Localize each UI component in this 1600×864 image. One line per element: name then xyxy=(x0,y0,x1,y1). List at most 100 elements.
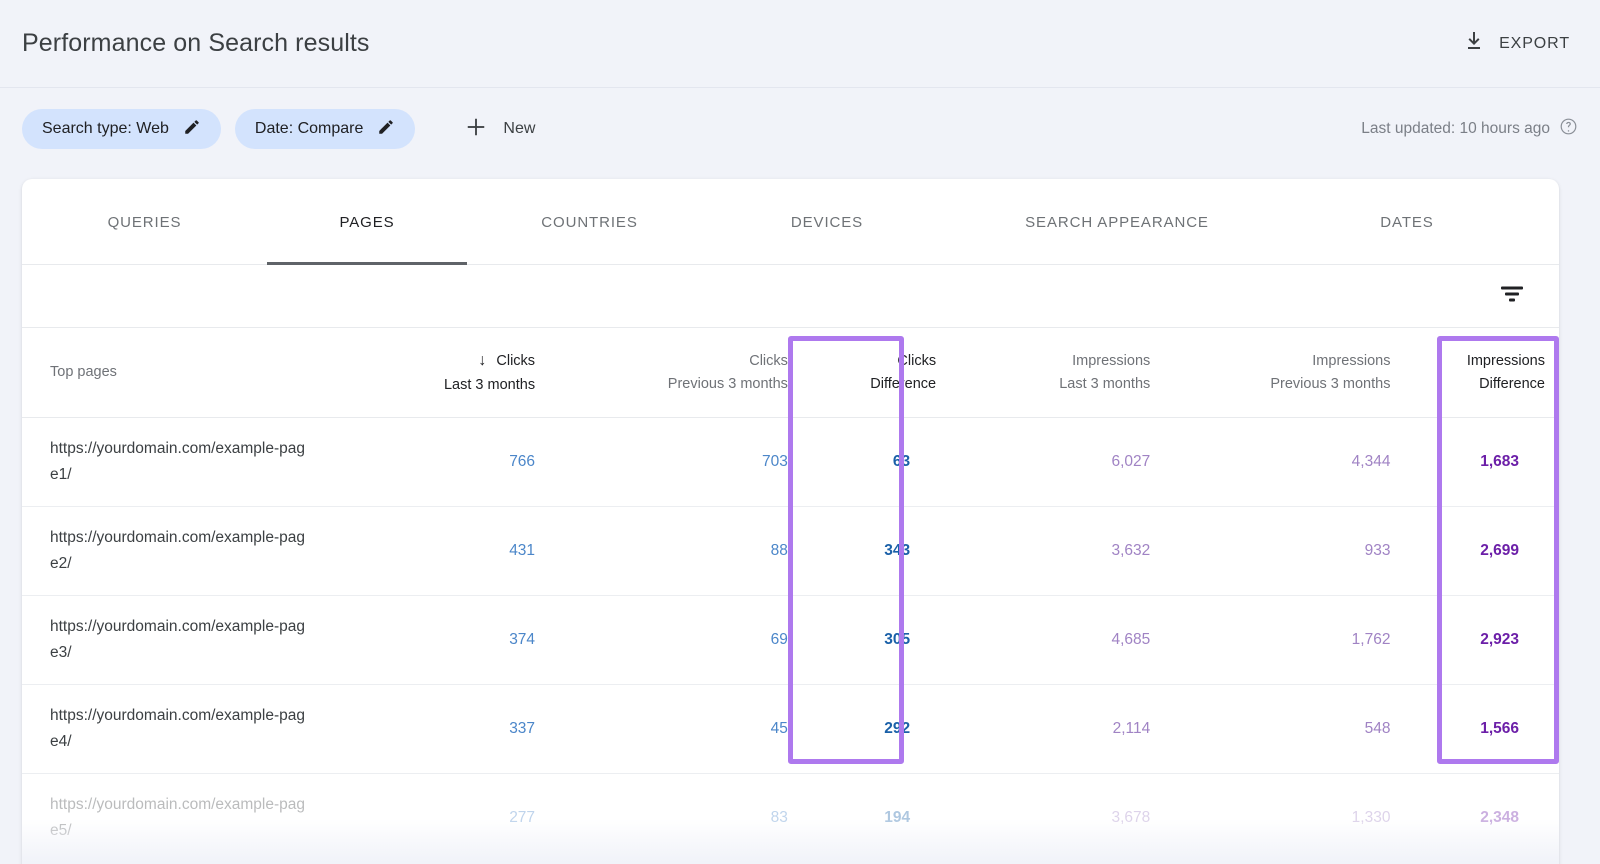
cell-imps-last: 6,027 xyxy=(950,417,1191,507)
cell-page[interactable]: https://yourdomain.com/example-page5/ xyxy=(22,773,323,863)
cell-imps-last: 2,114 xyxy=(950,684,1191,774)
cell-clicks-diff: 292 xyxy=(827,684,951,774)
col-imps-prev[interactable]: Impressions Previous 3 months xyxy=(1190,328,1431,418)
export-button[interactable]: EXPORT xyxy=(1455,23,1578,64)
tab-bar: QUERIES PAGES COUNTRIES DEVICES SEARCH A… xyxy=(22,179,1559,265)
cell-clicks-last: 431 xyxy=(322,506,576,596)
page-title: Performance on Search results xyxy=(22,29,370,57)
table-body: https://yourdomain.com/example-page1/ 76… xyxy=(22,417,1559,863)
performance-card: QUERIES PAGES COUNTRIES DEVICES SEARCH A… xyxy=(22,179,1559,864)
cell-imps-diff: 2,923 xyxy=(1430,595,1559,685)
col-imps-prev-line1: Impressions xyxy=(1312,352,1391,369)
filter-chip-group: Search type: Web Date: Compare New xyxy=(22,109,543,149)
cell-clicks-last: 766 xyxy=(322,417,576,507)
tab-countries-label: COUNTRIES xyxy=(541,213,638,231)
col-imps-last-line2: Last 3 months xyxy=(1059,375,1151,392)
table-row[interactable]: https://yourdomain.com/example-page1/ 76… xyxy=(22,417,1559,507)
table-row[interactable]: https://yourdomain.com/example-page4/ 33… xyxy=(22,684,1559,774)
cell-page[interactable]: https://yourdomain.com/example-page2/ xyxy=(22,506,323,596)
last-updated-label: Last updated: 10 hours ago xyxy=(1361,120,1550,137)
col-clicks-diff[interactable]: Clicks Difference xyxy=(827,328,951,418)
cell-clicks-last: 374 xyxy=(322,595,576,685)
filter-bar: Search type: Web Date: Compare New Last … xyxy=(0,89,1600,169)
col-top-pages-label: Top pages xyxy=(50,364,117,381)
pencil-icon[interactable] xyxy=(183,118,201,141)
page-header: Performance on Search results EXPORT xyxy=(0,0,1600,88)
col-clicks-prev-line1: Clicks xyxy=(749,352,788,369)
cell-page[interactable]: https://yourdomain.com/example-page3/ xyxy=(22,595,323,685)
cell-clicks-diff: 63 xyxy=(827,417,951,507)
plus-icon xyxy=(465,116,487,143)
cell-clicks-prev: 88 xyxy=(575,506,828,596)
tab-dates-label: DATES xyxy=(1380,213,1434,231)
cell-imps-last: 3,632 xyxy=(950,506,1191,596)
col-clicks-prev-line2: Previous 3 months xyxy=(667,375,788,392)
tab-queries[interactable]: QUERIES xyxy=(22,179,267,265)
col-clicks-prev[interactable]: Clicks Previous 3 months xyxy=(575,328,828,418)
col-clicks-diff-line2: Difference xyxy=(870,375,937,392)
cell-clicks-diff: 305 xyxy=(827,595,951,685)
cell-imps-last: 3,678 xyxy=(950,773,1191,863)
tab-countries[interactable]: COUNTRIES xyxy=(467,179,712,265)
filter-chip-search-type[interactable]: Search type: Web xyxy=(22,109,221,149)
col-imps-prev-line2: Previous 3 months xyxy=(1270,375,1391,392)
table-row[interactable]: https://yourdomain.com/example-page3/ 37… xyxy=(22,595,1559,685)
filter-chip-date-label: Date: Compare xyxy=(254,120,364,137)
cell-imps-prev: 1,330 xyxy=(1190,773,1431,863)
download-icon xyxy=(1463,29,1487,58)
cell-imps-prev: 4,344 xyxy=(1190,417,1431,507)
cell-imps-last: 4,685 xyxy=(950,595,1191,685)
col-imps-diff[interactable]: Impressions Difference xyxy=(1430,328,1559,418)
table-header-row: Top pages ↓ Clicks Last 3 months Clicks xyxy=(22,328,1559,418)
cell-clicks-prev: 45 xyxy=(575,684,828,774)
col-top-pages[interactable]: Top pages xyxy=(22,328,323,418)
cell-clicks-prev: 703 xyxy=(575,417,828,507)
cell-clicks-prev: 83 xyxy=(575,773,828,863)
cell-imps-prev: 548 xyxy=(1190,684,1431,774)
filter-list-icon xyxy=(1499,286,1525,309)
tab-search-appearance[interactable]: SEARCH APPEARANCE xyxy=(942,179,1292,265)
filter-chip-date[interactable]: Date: Compare xyxy=(234,109,416,149)
col-imps-last-line1: Impressions xyxy=(1072,352,1151,369)
last-updated: Last updated: 10 hours ago xyxy=(1361,117,1578,141)
col-clicks-last-line1: Clicks xyxy=(496,352,536,369)
tab-devices[interactable]: DEVICES xyxy=(712,179,942,265)
cell-imps-diff: 2,348 xyxy=(1430,773,1559,863)
cell-imps-diff: 1,566 xyxy=(1430,684,1559,774)
new-filter-button[interactable]: New xyxy=(457,112,543,147)
sort-descending-arrow-icon[interactable]: ↓ xyxy=(478,352,486,370)
cell-imps-diff: 1,683 xyxy=(1430,417,1559,507)
cell-clicks-last: 337 xyxy=(322,684,576,774)
col-imps-diff-line1: Impressions xyxy=(1466,352,1545,369)
col-clicks-diff-line1: Clicks xyxy=(897,352,937,369)
performance-table: Top pages ↓ Clicks Last 3 months Clicks xyxy=(22,328,1559,863)
cell-imps-prev: 933 xyxy=(1190,506,1431,596)
col-imps-diff-line2: Difference xyxy=(1479,375,1545,392)
filter-chip-search-type-label: Search type: Web xyxy=(42,120,169,137)
cell-clicks-last: 277 xyxy=(322,773,576,863)
cell-imps-prev: 1,762 xyxy=(1190,595,1431,685)
export-label: EXPORT xyxy=(1499,34,1570,52)
tab-pages-label: PAGES xyxy=(339,213,395,231)
cell-page[interactable]: https://yourdomain.com/example-page4/ xyxy=(22,684,323,774)
col-imps-last[interactable]: Impressions Last 3 months xyxy=(950,328,1191,418)
table-row[interactable]: https://yourdomain.com/example-page2/ 43… xyxy=(22,506,1559,596)
table-header: Top pages ↓ Clicks Last 3 months Clicks xyxy=(22,328,1559,418)
tab-pages[interactable]: PAGES xyxy=(267,179,467,265)
tab-dates[interactable]: DATES xyxy=(1292,179,1522,265)
tab-search-appearance-label: SEARCH APPEARANCE xyxy=(1025,213,1209,231)
table-toolbar xyxy=(22,265,1559,328)
filter-list-button[interactable] xyxy=(1493,277,1531,316)
cell-clicks-prev: 69 xyxy=(575,595,828,685)
cell-clicks-diff: 343 xyxy=(827,506,951,596)
col-clicks-last[interactable]: ↓ Clicks Last 3 months xyxy=(322,328,576,418)
new-filter-label: New xyxy=(503,120,536,137)
tab-devices-label: DEVICES xyxy=(790,213,864,231)
pencil-icon[interactable] xyxy=(377,118,395,141)
help-circle-icon[interactable] xyxy=(1559,117,1578,141)
cell-imps-diff: 2,699 xyxy=(1430,506,1559,596)
col-clicks-last-line2: Last 3 months xyxy=(443,376,536,393)
table-row[interactable]: https://yourdomain.com/example-page5/ 27… xyxy=(22,773,1559,863)
tab-queries-label: QUERIES xyxy=(107,213,182,231)
cell-page[interactable]: https://yourdomain.com/example-page1/ xyxy=(22,417,323,507)
